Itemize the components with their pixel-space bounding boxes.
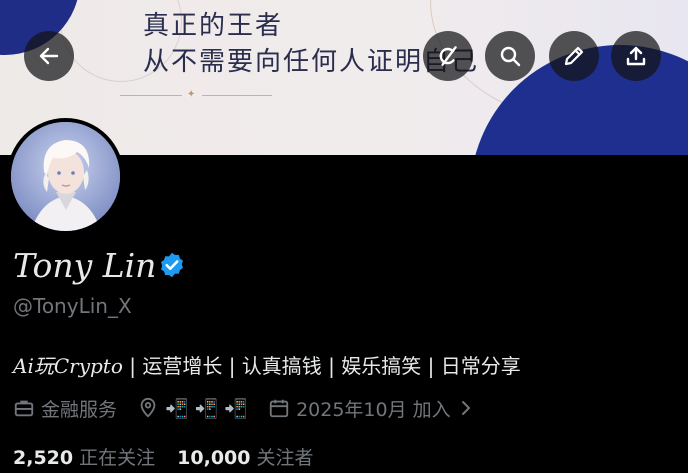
follow-counts: 2,520 正在关注 10,000 关注者	[13, 443, 330, 470]
banner-text-line-1: 真正的王者	[143, 11, 284, 41]
followers-link[interactable]: 10,000 关注者	[177, 447, 329, 469]
bio-text: | 运营增长 | 认真搞钱 | 娱乐搞笑 | 日常分享	[122, 354, 521, 378]
sparkle-icon: ✦	[187, 89, 196, 100]
avatar[interactable]	[7, 118, 124, 235]
search-icon	[500, 46, 521, 67]
profile-joined: 2025年10月 加入	[296, 398, 451, 421]
back-button[interactable]	[24, 31, 74, 81]
banner-divider	[202, 95, 272, 96]
avatar-image	[11, 122, 120, 231]
following-count: 2,520	[13, 447, 74, 469]
profile-handle: @TonyLin_X	[13, 294, 132, 318]
verified-badge-icon[interactable]	[158, 251, 186, 279]
profile-location: 📲 📲 📲	[165, 397, 249, 420]
chevron-right-icon[interactable]	[459, 399, 473, 417]
grok-icon	[439, 46, 457, 66]
grok-button[interactable]	[423, 31, 473, 81]
profile-category[interactable]: 金融服务	[41, 395, 117, 422]
followers-count: 10,000	[177, 447, 251, 469]
search-button[interactable]	[485, 31, 535, 81]
followers-label: 关注者	[256, 447, 314, 469]
calendar-icon	[268, 397, 290, 419]
profile-bio: Ai玩Crypto | 运营增长 | 认真搞钱 | 娱乐搞笑 | 日常分享	[13, 350, 521, 379]
briefcase-icon	[13, 397, 35, 419]
banner-divider	[120, 95, 182, 96]
bio-crypto-text: Ai玩Crypto	[13, 354, 123, 378]
following-link[interactable]: 2,520 正在关注	[13, 447, 171, 469]
pencil-icon	[564, 46, 584, 66]
profile-name: Tony Lin	[13, 246, 157, 285]
share-button[interactable]	[611, 31, 661, 81]
share-icon	[626, 46, 646, 66]
following-label: 正在关注	[79, 447, 156, 469]
profile-meta: 金融服务 📲 📲 📲 2025年10月 加入	[13, 395, 479, 421]
arrow-left-icon	[39, 47, 59, 65]
location-icon	[137, 397, 159, 419]
edit-button[interactable]	[549, 31, 599, 81]
